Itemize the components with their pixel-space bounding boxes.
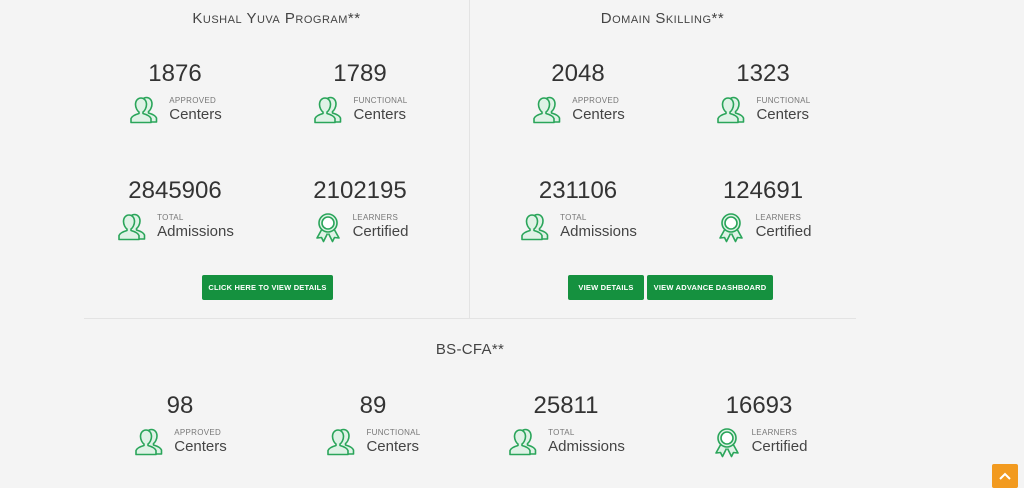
bscfa-stat-admissions: 25811 TOTAL Admissions [476, 392, 656, 458]
vertical-divider [469, 0, 470, 318]
award-icon [715, 211, 747, 243]
kushal-stat-admissions: 2845906 TOTAL Admissions [85, 177, 265, 243]
kushal-view-details-button[interactable]: CLICK HERE TO VIEW DETAILS [202, 275, 333, 300]
scroll-top-button[interactable] [992, 464, 1018, 488]
stat-value: 1876 [148, 60, 202, 87]
stat-caption: APPROVED [572, 96, 620, 105]
stat-label: Certified [751, 438, 808, 455]
bscfa-stat-approved: 98 APPROVED Centers [90, 392, 270, 458]
stat-label: Centers [174, 438, 227, 455]
users-icon [507, 426, 539, 458]
bscfa-stat-certified: 16693 LEARNERS Certified [669, 392, 849, 458]
users-icon [325, 426, 357, 458]
domain-title: Domain Skilling** [600, 10, 725, 27]
stat-value: 124691 [722, 177, 804, 204]
stat-label: Centers [366, 438, 419, 455]
stat-label: Admissions [560, 223, 637, 240]
stat-caption: LEARNERS [352, 213, 399, 222]
users-icon [715, 94, 747, 126]
stat-value: 89 [359, 392, 387, 419]
stat-caption: FUNCTIONAL [366, 428, 421, 437]
stat-caption: FUNCTIONAL [353, 96, 408, 105]
domain-stat-approved: 2048 APPROVED Centers [488, 60, 668, 126]
users-icon [519, 211, 551, 243]
stat-caption: TOTAL [548, 428, 575, 437]
award-icon [312, 211, 344, 243]
domain-view-details-button[interactable]: VIEW DETAILS [568, 275, 644, 300]
domain-advance-dashboard-button[interactable]: VIEW ADVANCE DASHBOARD [647, 275, 773, 300]
stat-caption: TOTAL [560, 213, 587, 222]
kushal-stat-certified: 2102195 LEARNERS Certified [270, 177, 450, 243]
stat-value: 2102195 [313, 177, 407, 204]
stat-label: Centers [353, 106, 406, 123]
award-icon [711, 426, 743, 458]
stat-value: 1789 [333, 60, 387, 87]
users-icon [133, 426, 165, 458]
domain-stat-admissions: 231106 TOTAL Admissions [488, 177, 668, 243]
stat-caption: TOTAL [157, 213, 184, 222]
domain-stat-certified: 124691 LEARNERS Certified [673, 177, 853, 243]
users-icon [116, 211, 148, 243]
stat-label: Centers [572, 106, 625, 123]
kushal-title: Kushal Yuva Program** [192, 10, 361, 27]
stat-label: Certified [352, 223, 409, 240]
stat-caption: APPROVED [169, 96, 217, 105]
users-icon [312, 94, 344, 126]
users-icon [531, 94, 563, 126]
stat-value: 2845906 [128, 177, 222, 204]
kushal-stat-approved: 1876 APPROVED Centers [85, 60, 265, 126]
stat-value: 16693 [725, 392, 793, 419]
bscfa-stat-functional: 89 FUNCTIONAL Centers [283, 392, 463, 458]
users-icon [128, 94, 160, 126]
chevron-up-icon [999, 472, 1011, 480]
stat-caption: APPROVED [174, 428, 222, 437]
stat-caption: LEARNERS [755, 213, 802, 222]
stat-value: 2048 [551, 60, 605, 87]
stat-label: Centers [169, 106, 222, 123]
stat-caption: LEARNERS [751, 428, 798, 437]
stat-label: Centers [756, 106, 809, 123]
stat-value: 25811 [533, 392, 599, 419]
stat-value: 231106 [538, 177, 618, 204]
stat-caption: FUNCTIONAL [756, 96, 811, 105]
stat-label: Certified [755, 223, 812, 240]
kushal-stat-functional: 1789 FUNCTIONAL Centers [270, 60, 450, 126]
bscfa-title: BS-CFA** [435, 341, 505, 358]
stat-value: 1323 [736, 60, 790, 87]
stat-label: Admissions [157, 223, 234, 240]
stat-value: 98 [166, 392, 194, 419]
domain-stat-functional: 1323 FUNCTIONAL Centers [673, 60, 853, 126]
horizontal-divider [84, 318, 856, 319]
stat-label: Admissions [548, 438, 625, 455]
